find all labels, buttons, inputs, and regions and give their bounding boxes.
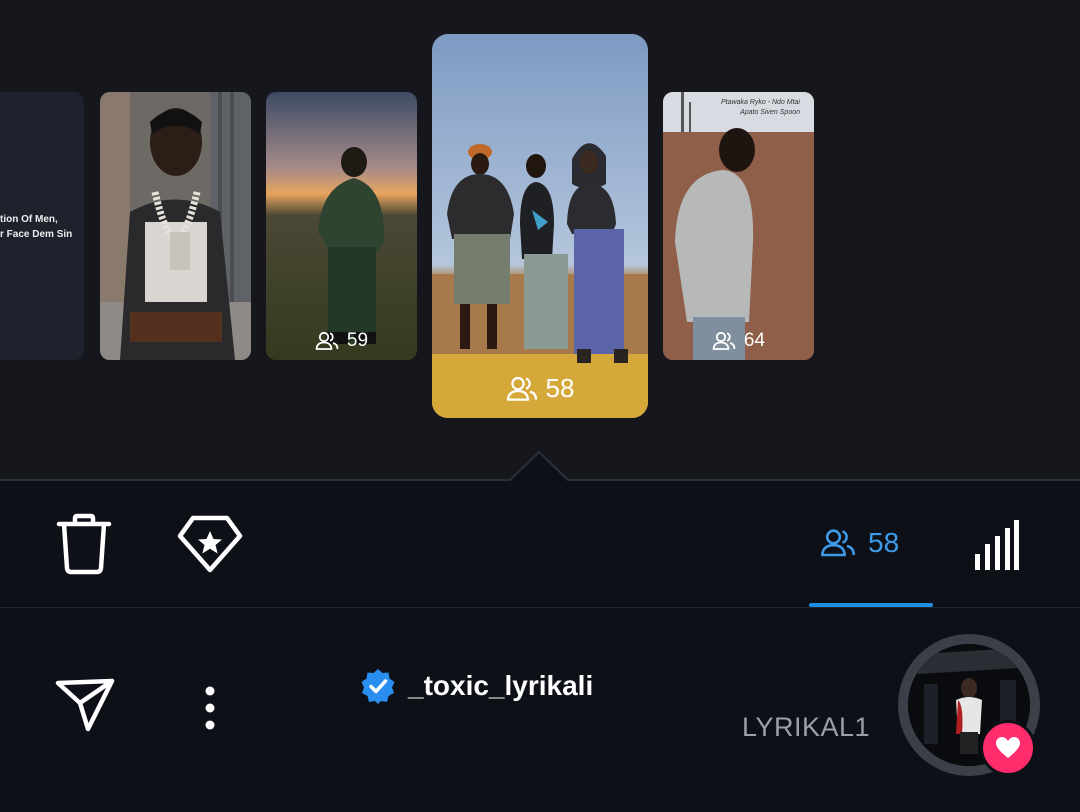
highlight-star-icon bbox=[177, 515, 243, 573]
verified-badge-icon bbox=[361, 669, 395, 704]
account-name[interactable]: _toxic_lyrikali bbox=[360, 668, 593, 704]
tab-insights[interactable] bbox=[966, 517, 1026, 573]
story-thumbnail-5[interactable]: Ptawaka Ryko - Ndo Mtai Apato Siven Spoo… bbox=[663, 92, 814, 360]
story-viewers-count: 58 bbox=[545, 373, 575, 403]
story-viewers: 64 bbox=[663, 330, 814, 352]
story-image bbox=[663, 92, 814, 360]
heart-icon bbox=[996, 737, 1020, 758]
story-viewers: 59 bbox=[266, 330, 417, 352]
story-viewers-count: 64 bbox=[743, 330, 766, 351]
story-footer: _toxic_lyrikali LYRIKAL1 bbox=[0, 608, 1080, 812]
viewers-icon bbox=[712, 331, 736, 350]
story-viewers-count: 59 bbox=[346, 330, 369, 351]
viewers-icon bbox=[506, 376, 537, 401]
story-thumbnail-1[interactable]: tion Of Men, r Face Dem Sin bbox=[0, 92, 84, 360]
send-icon bbox=[55, 678, 115, 732]
viewers-icon bbox=[820, 529, 856, 557]
story-image bbox=[266, 92, 417, 360]
story-image bbox=[100, 92, 251, 360]
delete-button[interactable] bbox=[52, 509, 116, 579]
bar-chart-icon bbox=[975, 520, 1019, 570]
username-label: _toxic_lyrikali bbox=[408, 670, 594, 701]
tab-viewers[interactable]: 58 bbox=[820, 517, 899, 569]
story-thumbnail-3[interactable]: 59 bbox=[266, 92, 417, 360]
story-text-overlay: Ptawaka Ryko - Ndo Mtai Apato Siven Spoo… bbox=[721, 99, 800, 116]
selection-pointer bbox=[509, 450, 569, 482]
share-button[interactable] bbox=[50, 672, 120, 738]
tab-viewers-count: 58 bbox=[868, 527, 900, 558]
story-viewers: 58 bbox=[432, 373, 648, 404]
music-avatar-button[interactable] bbox=[898, 634, 1040, 776]
highlight-button[interactable] bbox=[174, 511, 246, 577]
viewers-icon bbox=[315, 331, 339, 350]
story-caption: tion Of Men, r Face Dem Sin bbox=[0, 214, 73, 240]
music-label[interactable]: LYRIKAL1 bbox=[742, 712, 870, 743]
trash-icon bbox=[56, 513, 112, 575]
story-tray: tion Of Men, r Face Dem Sin 59 58 Ptawak… bbox=[0, 0, 1080, 480]
story-thumbnail-2[interactable] bbox=[100, 92, 251, 360]
story-actions-bar: 58 bbox=[0, 481, 1080, 607]
story-thumbnail-selected[interactable]: 58 bbox=[432, 34, 648, 418]
like-badge bbox=[980, 720, 1036, 776]
more-options-button[interactable] bbox=[192, 678, 228, 738]
more-vertical-icon bbox=[205, 686, 215, 730]
story-image bbox=[432, 34, 648, 418]
